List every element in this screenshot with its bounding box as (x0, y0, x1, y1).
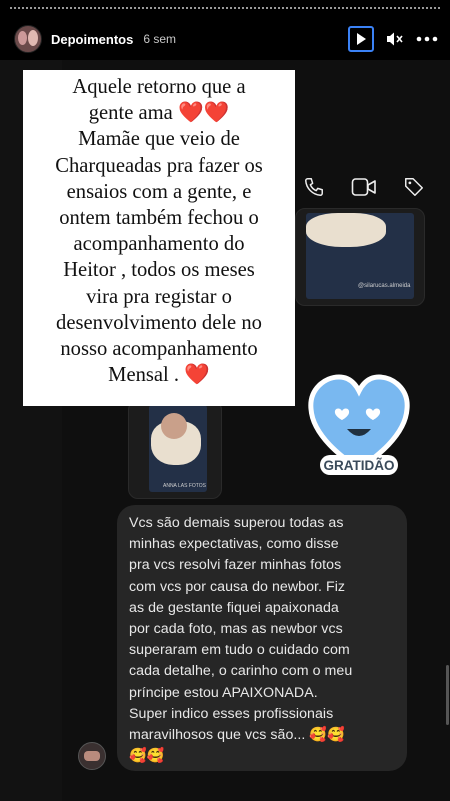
caption-line: ensaios com a gente, e (66, 180, 252, 203)
photo-thumbnail-top[interactable]: @silarucas.almeida (295, 208, 425, 306)
chat-action-icons (303, 176, 425, 198)
caption-line: nosso acompanhamento (60, 338, 258, 361)
more-options-icon[interactable] (416, 36, 438, 42)
scrollbar[interactable] (446, 665, 449, 725)
message-line: cada detalhe, o carinho com o meu (129, 663, 353, 680)
play-button[interactable] (348, 26, 374, 52)
play-icon (357, 33, 366, 45)
photo-watermark: @silarucas.almeida (358, 283, 411, 289)
story-caption: Aquele retorno que a gente ama ❤️❤️ Mamã… (23, 70, 295, 406)
story-progress-bar (10, 7, 440, 9)
sticker-label: GRATIDÃO (324, 458, 395, 473)
post-time: 6 sem (143, 32, 177, 46)
photo-watermark: ANNA LAS FOTOS (163, 483, 206, 489)
message-line: superaram em tudo o cuidado com (129, 642, 350, 659)
caption-line: desenvolvimento dele no (56, 311, 262, 334)
video-camera-icon (351, 178, 376, 196)
caption-line: vira pra registar o (86, 285, 232, 308)
caption-line: Aquele retorno que a (72, 76, 246, 98)
message-line: as de gestante fiquei apaixonada (129, 599, 339, 616)
caption-line: acompanhamento do (73, 233, 245, 256)
message-line: Vcs são demais superou todas as (129, 515, 344, 531)
caption-line: gente ama ❤️❤️ (88, 102, 230, 125)
mute-icon[interactable] (386, 31, 404, 47)
message-line: pra vcs resolvi fazer minhas fotos (129, 557, 342, 574)
caption-line: Mamãe que veio de (78, 128, 240, 151)
story-header: Depoimentos 6 sem (14, 22, 438, 56)
profile-avatar[interactable] (14, 25, 42, 53)
gratitude-heart-sticker[interactable]: GRATIDÃO (307, 373, 411, 483)
photo-thumbnail-bottom[interactable]: ANNA LAS FOTOS (128, 400, 222, 499)
caption-line: Charqueadas pra fazer os (55, 154, 263, 177)
message-line: príncipe estou APAIXONADA. (129, 684, 318, 701)
message-line: com vcs por causa do newbor. Fiz (129, 578, 346, 595)
caption-line: ontem também fechou o (59, 207, 259, 230)
message-bubble: Vcs são demais superou todas as minhas e… (117, 505, 407, 771)
tag-icon (405, 178, 423, 196)
baby-photo (161, 413, 187, 439)
message-line: por cada foto, mas as newbor vcs (129, 621, 343, 638)
username[interactable]: Depoimentos (51, 32, 133, 47)
message-line: minhas expectativas, como disse (129, 536, 339, 553)
message-line: 🥰🥰 (129, 748, 165, 765)
phone-icon (305, 178, 323, 196)
message-line: maravilhosos que vcs são... 🥰🥰 (129, 727, 345, 744)
caption-line: Heitor , todos os meses (63, 259, 255, 282)
caption-line: Mensal . ❤️ (108, 364, 210, 387)
plush-toy (306, 213, 386, 247)
sender-avatar[interactable] (78, 742, 106, 770)
message-line: Super indico esses profissionais (129, 705, 334, 722)
